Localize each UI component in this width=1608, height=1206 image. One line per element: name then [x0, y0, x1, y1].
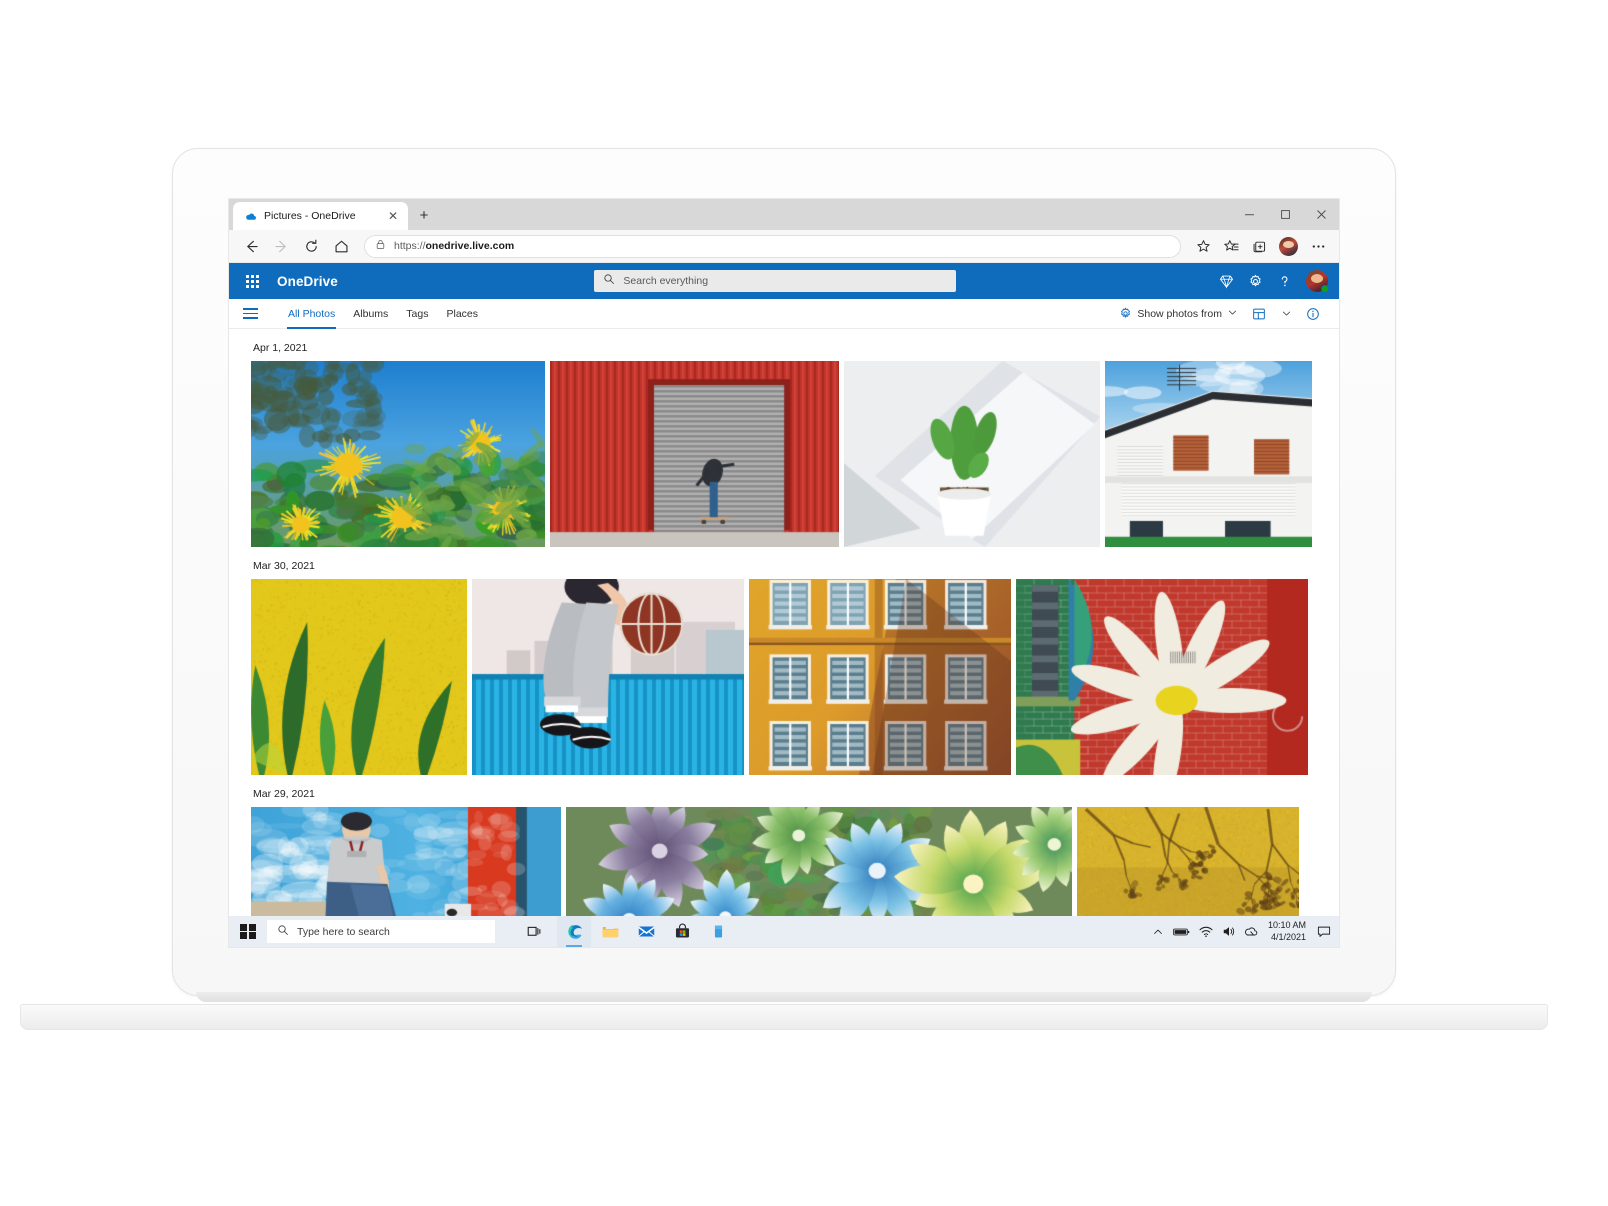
chevron-up-icon[interactable]: [1152, 926, 1164, 938]
close-icon[interactable]: [1303, 199, 1339, 230]
back-arrow-icon[interactable]: [237, 232, 265, 260]
onedrive-cloud-icon: [244, 210, 257, 223]
photo-thumbnail[interactable]: [1077, 807, 1299, 916]
diamond-premium-icon[interactable]: [1213, 268, 1239, 294]
search-container: [342, 270, 1209, 292]
suite-actions: [1213, 268, 1331, 294]
clock-time: 10:10 AM: [1268, 920, 1306, 932]
taskbar-app-file-explorer[interactable]: [593, 916, 627, 947]
system-tray: 10:10 AM 4/1/2021: [1152, 920, 1337, 943]
laptop-hinge: [196, 992, 1372, 1002]
laptop-screen: Pictures - OneDrive ✕ + https://onedrive…: [228, 198, 1340, 948]
onedrive-brand[interactable]: OneDrive: [277, 274, 338, 289]
photo-thumbnail[interactable]: [550, 361, 839, 547]
photo-thumbnail[interactable]: [749, 579, 1011, 775]
taskbar-search-placeholder: Type here to search: [297, 926, 390, 938]
photo-date-group: Mar 30, 2021: [251, 547, 1317, 775]
taskbar-apps: [557, 916, 735, 947]
grid-view-icon[interactable]: [1247, 302, 1271, 326]
clock-date: 4/1/2021: [1268, 932, 1306, 944]
browser-tab[interactable]: Pictures - OneDrive ✕: [233, 202, 408, 230]
browser-tab-title: Pictures - OneDrive: [264, 210, 379, 222]
windows-taskbar: Type here to search 10:10 AM 4/1/2021: [229, 916, 1339, 947]
photos-pivot-tabs: All Photos Albums Tags Places: [279, 299, 487, 329]
tab-albums[interactable]: Albums: [344, 299, 397, 329]
onedrive-sync-icon[interactable]: [1245, 925, 1259, 938]
info-circle-icon[interactable]: [1301, 302, 1325, 326]
tab-close-icon[interactable]: ✕: [386, 209, 400, 223]
tab-places[interactable]: Places: [437, 299, 487, 329]
collections-icon[interactable]: [1246, 233, 1272, 259]
browser-tab-strip: Pictures - OneDrive ✕ +: [229, 199, 1339, 230]
taskbar-search-box[interactable]: Type here to search: [267, 920, 495, 943]
browser-toolbar: https://onedrive.live.com: [229, 230, 1339, 263]
taskbar-app-microsoft-store[interactable]: [665, 916, 699, 947]
gear-settings-icon: [1119, 307, 1132, 320]
help-question-icon[interactable]: [1271, 268, 1297, 294]
show-photos-from-label: Show photos from: [1137, 308, 1222, 320]
photo-row: [251, 579, 1317, 775]
window-controls: [1231, 199, 1339, 230]
command-bar-actions: Show photos from: [1113, 302, 1325, 326]
gear-settings-icon[interactable]: [1242, 268, 1268, 294]
maximize-icon[interactable]: [1267, 199, 1303, 230]
photo-thumbnail[interactable]: [566, 807, 1072, 916]
profile-avatar[interactable]: [1279, 237, 1298, 256]
view-chevron-down-icon[interactable]: [1274, 302, 1298, 326]
tab-tags[interactable]: Tags: [397, 299, 437, 329]
notification-center-icon[interactable]: [1317, 925, 1331, 938]
task-view-icon[interactable]: [517, 916, 551, 947]
photo-thumbnail[interactable]: [251, 807, 561, 916]
taskbar-app-blue-app[interactable]: [701, 916, 735, 947]
photo-thumbnail[interactable]: [1105, 361, 1312, 547]
photo-thumbnail[interactable]: [472, 579, 744, 775]
photo-grid-scroll-region[interactable]: Apr 1, 2021 Mar 30, 2021 Mar 29, 2021: [229, 329, 1339, 916]
photo-thumbnail[interactable]: [844, 361, 1100, 547]
search-icon: [603, 272, 615, 290]
taskbar-app-microsoft-edge[interactable]: [557, 916, 591, 947]
taskbar-app-mail[interactable]: [629, 916, 663, 947]
photo-date-group: Apr 1, 2021: [251, 329, 1317, 547]
photo-thumbnail[interactable]: [1016, 579, 1308, 775]
app-launcher-waffle-icon[interactable]: [237, 266, 267, 296]
photo-date-label: Apr 1, 2021: [251, 329, 1317, 361]
presence-status-badge: [1321, 285, 1329, 293]
wifi-icon[interactable]: [1199, 926, 1213, 938]
photo-row: [251, 807, 1317, 916]
address-bar-url: https://onedrive.live.com: [394, 240, 514, 252]
photo-date-label: Mar 29, 2021: [251, 775, 1317, 807]
photo-date-group: Mar 29, 2021: [251, 775, 1317, 916]
search-input[interactable]: [623, 275, 947, 287]
onedrive-suite-bar: OneDrive: [229, 263, 1339, 299]
search-box[interactable]: [594, 270, 956, 292]
forward-arrow-icon[interactable]: [267, 232, 295, 260]
tab-all-photos[interactable]: All Photos: [279, 299, 344, 329]
volume-icon[interactable]: [1222, 925, 1236, 938]
photo-date-label: Mar 30, 2021: [251, 547, 1317, 579]
photo-thumbnail[interactable]: [251, 361, 545, 547]
battery-icon[interactable]: [1173, 926, 1190, 938]
favorite-star-icon[interactable]: [1190, 233, 1216, 259]
photos-command-bar: All Photos Albums Tags Places Show photo…: [229, 299, 1339, 329]
windows-start-icon[interactable]: [231, 916, 265, 947]
hamburger-menu-icon[interactable]: [243, 302, 267, 326]
photo-thumbnail[interactable]: [251, 579, 467, 775]
new-tab-button[interactable]: +: [411, 202, 437, 228]
search-icon: [277, 924, 289, 939]
taskbar-clock[interactable]: 10:10 AM 4/1/2021: [1268, 920, 1306, 943]
minimize-icon[interactable]: [1231, 199, 1267, 230]
show-photos-from-button[interactable]: Show photos from: [1113, 302, 1244, 326]
user-avatar[interactable]: [1306, 270, 1328, 292]
chevron-down-icon: [1227, 307, 1238, 321]
photo-row: [251, 361, 1317, 547]
home-icon[interactable]: [327, 232, 355, 260]
reload-icon[interactable]: [297, 232, 325, 260]
laptop-base: [20, 1004, 1548, 1030]
address-bar[interactable]: https://onedrive.live.com: [364, 235, 1181, 258]
more-settings-icon[interactable]: [1305, 233, 1331, 259]
laptop-device: Pictures - OneDrive ✕ + https://onedrive…: [0, 0, 1608, 1206]
favorites-list-icon[interactable]: [1218, 233, 1244, 259]
lock-icon: [375, 239, 386, 253]
